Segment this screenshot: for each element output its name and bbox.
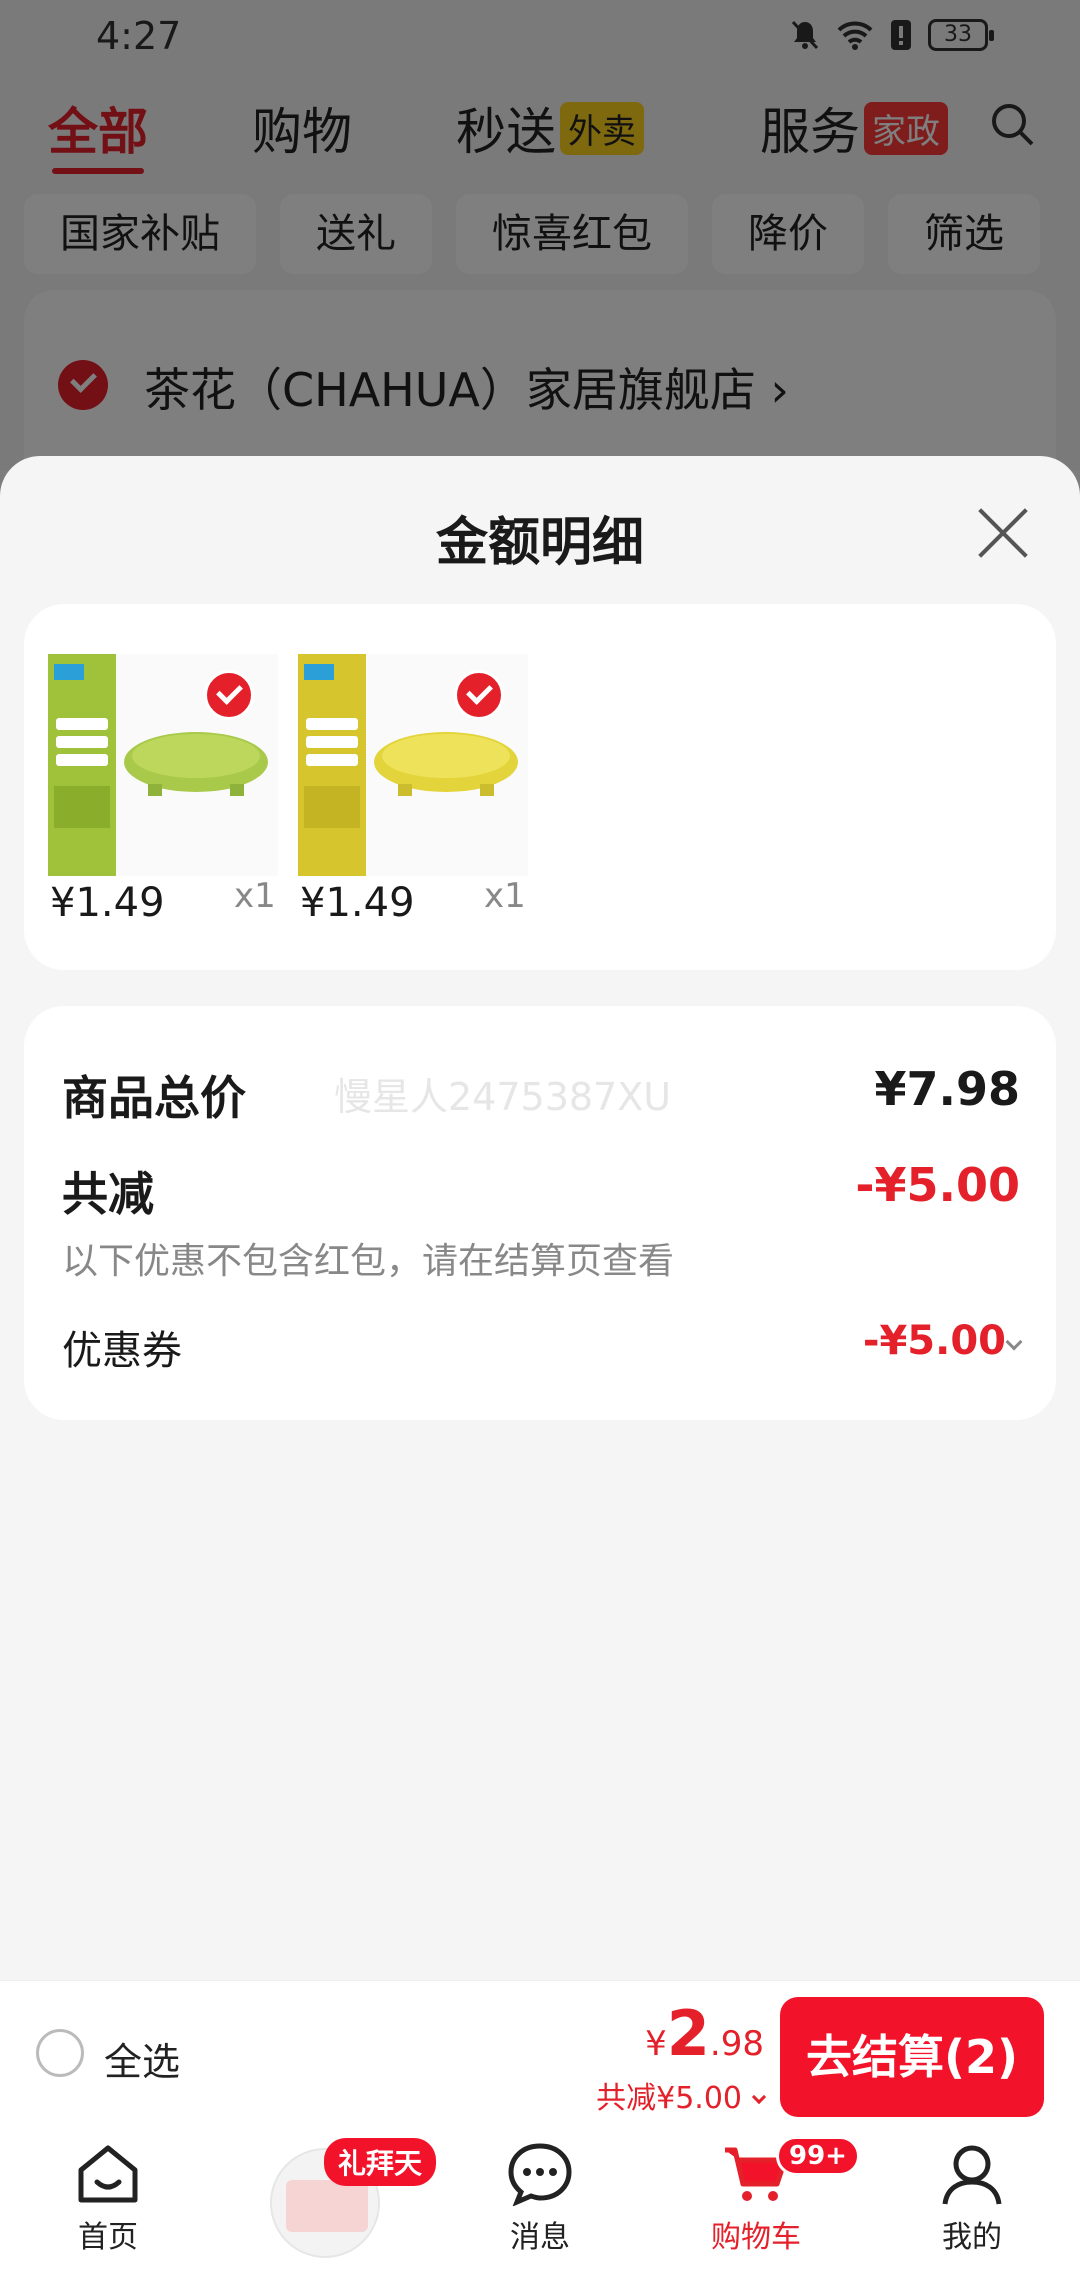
home-icon [78, 2145, 138, 2203]
item-quantity: x1 [234, 876, 276, 916]
checkout-bar: 全选 ¥2.98 共减¥5.00 去结算(2) [0, 1980, 1080, 2128]
watermark: 慢星人2475387XU [334, 1075, 672, 1119]
cart-count-badge: 99+ [776, 2136, 860, 2176]
cart-item[interactable]: ¥1.49 x1 [24, 654, 278, 954]
savings-toggle[interactable]: 共减¥5.00 [596, 2073, 767, 2117]
cake-icon [286, 2180, 368, 2232]
discount-value: -¥5.00 [855, 1158, 1020, 1212]
close-icon[interactable] [974, 504, 1030, 560]
sheet-title: 金额明细 [435, 513, 644, 573]
chevron-down-icon[interactable] [1005, 1333, 1023, 1351]
item-checkbox[interactable] [204, 670, 254, 720]
item-quantity: x1 [484, 876, 526, 916]
nav-me[interactable]: 我的 [892, 2142, 1052, 2256]
coupon-label: 优惠券 [62, 1328, 182, 1374]
item-price: ¥1.49 [50, 880, 165, 926]
coupon-value[interactable]: -¥5.00 [863, 1318, 1006, 1364]
select-all-label[interactable]: 全选 [104, 2031, 180, 2086]
dim-overlay[interactable] [0, 0, 1080, 470]
promo-badge[interactable]: 礼拜天 [324, 2138, 437, 2186]
item-checkbox[interactable] [454, 670, 504, 720]
total-price: ¥2.98 [645, 1997, 764, 2070]
item-price: ¥1.49 [300, 880, 415, 926]
nav-home[interactable]: 首页 [28, 2142, 188, 2256]
select-all-radio[interactable] [36, 2029, 84, 2077]
bottom-nav: 首页 礼拜天 消息 99+ 购物车 我的 [0, 2128, 1080, 2280]
items-card: ¥1.49 x1 ¥1.49 x1 [24, 604, 1056, 970]
chevron-down-icon [751, 2089, 767, 2105]
amount-detail-sheet: 金额明细 ¥1.49 x1 ¥1.49 x1 慢星人2475387XU 商品总价… [0, 456, 1080, 1980]
message-icon [508, 2143, 572, 2206]
discount-label: 共减 [62, 1167, 154, 1221]
checkout-button[interactable]: 去结算(2) [780, 1997, 1044, 2117]
user-icon [942, 2145, 1002, 2205]
discount-note: 以下优惠不包含红包，请在结算页查看 [62, 1241, 675, 1282]
price-summary-card: 慢星人2475387XU 商品总价 ¥7.98 共减 -¥5.00 以下优惠不包… [24, 1006, 1056, 1420]
cart-item[interactable]: ¥1.49 x1 [274, 654, 528, 954]
subtotal-label: 商品总价 [62, 1071, 246, 1125]
nav-messages[interactable]: 消息 [460, 2142, 620, 2256]
subtotal-value: ¥7.98 [874, 1062, 1020, 1116]
nav-cart[interactable]: 99+ 购物车 [676, 2136, 860, 2256]
